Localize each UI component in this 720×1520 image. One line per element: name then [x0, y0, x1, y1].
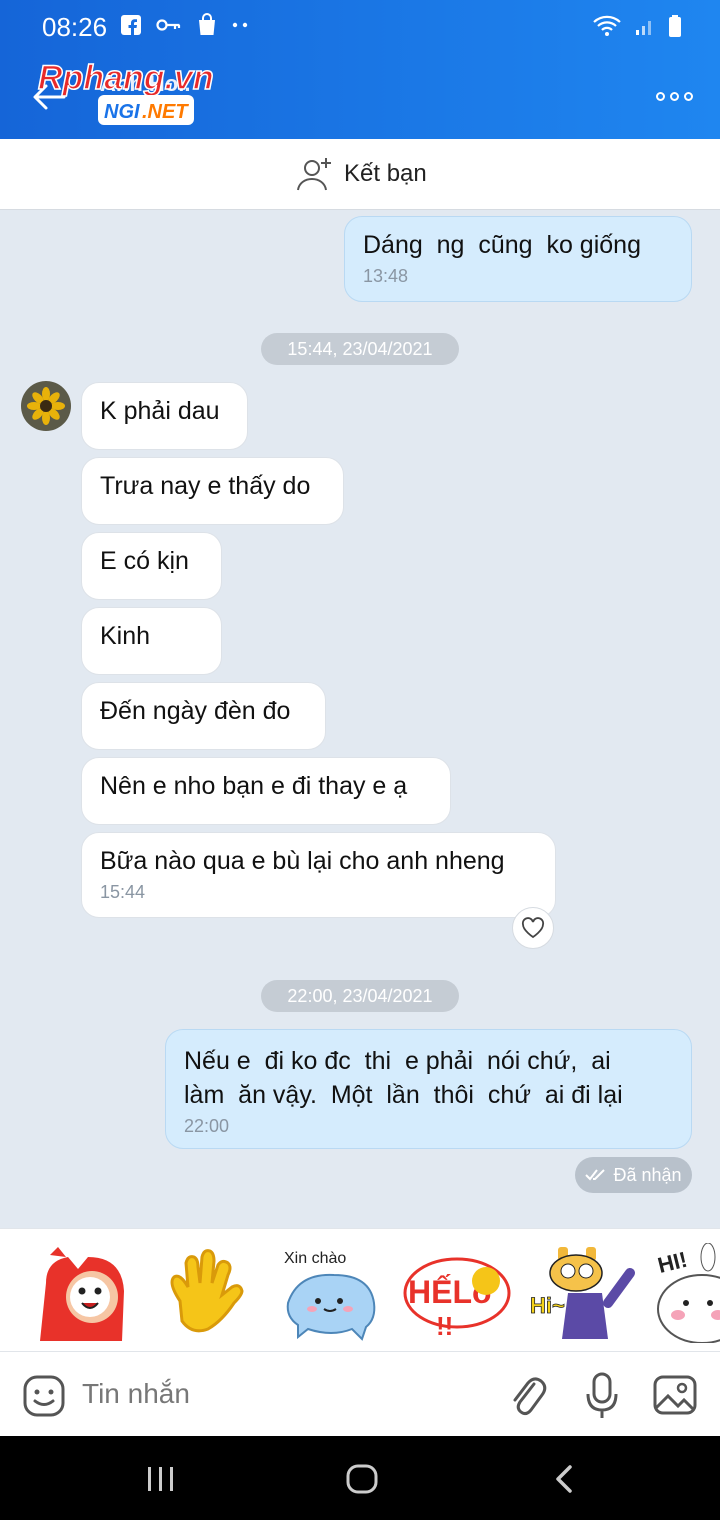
status-bar: 08:26: [0, 0, 720, 55]
system-navigation-bar: [0, 1436, 720, 1520]
message-text-line: làm ăn vậy. Một lần thôi chứ ai đi lại: [184, 1081, 623, 1109]
heart-icon: [521, 917, 545, 939]
giraffe-sticker-icon: Hi~: [530, 1247, 635, 1339]
message-incoming[interactable]: K phải dau: [81, 382, 248, 450]
signal-icon: [636, 21, 651, 35]
react-heart-button[interactable]: [512, 907, 554, 949]
sticker-red-monkey[interactable]: [32, 1243, 132, 1343]
chat-header: Anh Ho.. Rphang.vn NGI .NET: [0, 55, 720, 139]
message-incoming[interactable]: Nên e nho bạn e đi thay e ạ: [81, 757, 451, 825]
wifi-icon: [593, 15, 621, 36]
sticker-waving-hand[interactable]: [152, 1243, 252, 1343]
svg-text:Rphang.vn: Rphang.vn: [38, 59, 214, 97]
sticker-caption: Hi~: [530, 1293, 565, 1318]
message-text: K phải dau: [100, 397, 220, 425]
status-system-icons: [592, 14, 682, 38]
more-options-button[interactable]: [656, 81, 696, 111]
message-input[interactable]: Tin nhắn: [82, 1378, 190, 1410]
voice-button[interactable]: [584, 1370, 620, 1420]
dot-icon: [656, 91, 665, 101]
facebook-icon: [121, 15, 141, 35]
sticker-giraffe-hi[interactable]: Hi~: [528, 1243, 640, 1343]
date-separator: 22:00, 23/04/2021: [261, 980, 459, 1012]
avatar[interactable]: [21, 381, 71, 431]
emoji-button[interactable]: [22, 1374, 66, 1418]
message-text-line: Nếu e đi ko đc thi e phải nói chứ, ai: [184, 1047, 611, 1075]
emoji-icon: [23, 1375, 65, 1417]
message-outgoing[interactable]: Dáng ng cũng ko giống 13:48: [344, 216, 692, 302]
message-text: Bữa nào qua e bù lại cho anh nheng: [100, 847, 505, 875]
add-friend-bar: Kết bạn: [0, 139, 720, 210]
shopping-bag-icon: [199, 13, 215, 35]
sticker-suggestion-bar: Xin chào HẾLô !! Hi~ HI!: [0, 1228, 720, 1352]
sticker-caption: Xin chào: [284, 1250, 346, 1267]
add-user-icon: [297, 158, 331, 191]
message-text: Nên e nho bạn e đi thay e ạ: [100, 772, 408, 800]
svg-text:NGI: NGI: [104, 101, 140, 123]
sunflower-avatar-icon: [21, 381, 71, 431]
message-text: Dáng ng cũng ko giống: [363, 231, 641, 259]
home-button[interactable]: [346, 1464, 378, 1494]
sticker-bunny-hi[interactable]: HI!: [656, 1243, 720, 1343]
add-friend-button[interactable]: Kết bạn: [296, 155, 427, 193]
message-input-bar: Tin nhắn: [0, 1352, 720, 1436]
sticker-xin-chao[interactable]: Xin chào: [278, 1243, 382, 1343]
image-icon: [653, 1375, 697, 1415]
sticker-caption: HI!: [656, 1247, 690, 1278]
date-separator: 15:44, 23/04/2021: [261, 333, 459, 365]
message-time: 22:00: [184, 1116, 230, 1136]
received-status-text: Đã nhận: [613, 1164, 682, 1185]
more-dots-icon: [232, 22, 248, 28]
received-status-badge: Đã nhận: [575, 1157, 692, 1193]
status-notification-icons: [120, 13, 250, 37]
waving-hand-icon: [170, 1249, 244, 1333]
message-text: Kinh: [100, 622, 151, 650]
status-time: 08:26: [42, 12, 108, 42]
bunny-sticker-icon: HI!: [656, 1243, 720, 1343]
message-outgoing[interactable]: Nếu e đi ko đc thi e phải nói chứ, ai là…: [165, 1029, 692, 1149]
blue-cat-sticker-icon: Xin chào: [284, 1250, 376, 1341]
home-icon: [346, 1464, 378, 1494]
message-time: 15:44: [100, 882, 146, 902]
sticker-hello[interactable]: HẾLô !!: [402, 1243, 512, 1343]
watermark-logo: Rphang.vn NGI .NET: [36, 58, 266, 135]
chat-messages[interactable]: Dáng ng cũng ko giống 13:48 15:44, 23/04…: [0, 210, 720, 1228]
message-incoming[interactable]: Đến ngày đèn đo: [81, 682, 326, 750]
microphone-icon: [586, 1372, 618, 1418]
battery-icon: [669, 15, 681, 37]
message-incoming[interactable]: E có kịn: [81, 532, 222, 600]
double-check-icon: [585, 1169, 606, 1181]
add-friend-label: Kết bạn: [344, 160, 427, 187]
svg-text:!!: !!: [436, 1311, 453, 1341]
hello-text-sticker-icon: HẾLô !!: [403, 1257, 511, 1341]
message-text: Trưa nay e thấy do: [100, 472, 311, 500]
attach-button[interactable]: [508, 1374, 548, 1418]
message-text: Đến ngày đèn đo: [100, 697, 291, 725]
message-incoming[interactable]: Bữa nào qua e bù lại cho anh nheng 15:44: [81, 832, 556, 918]
key-icon: [156, 19, 181, 31]
back-nav-button[interactable]: [552, 1464, 576, 1494]
recent-apps-icon: [148, 1467, 173, 1491]
message-incoming[interactable]: Trưa nay e thấy do: [81, 457, 344, 525]
gallery-button[interactable]: [652, 1372, 698, 1418]
message-text: E có kịn: [100, 547, 189, 575]
dot-icon: [670, 91, 679, 101]
paperclip-icon: [513, 1377, 547, 1416]
svg-text:.NET: .NET: [142, 101, 189, 123]
message-time: 13:48: [363, 266, 409, 286]
monkey-sticker-icon: [40, 1247, 124, 1341]
message-incoming[interactable]: Kinh: [81, 607, 222, 675]
recent-apps-button[interactable]: [146, 1466, 176, 1492]
dot-icon: [684, 91, 693, 101]
chevron-left-icon: [556, 1465, 572, 1493]
